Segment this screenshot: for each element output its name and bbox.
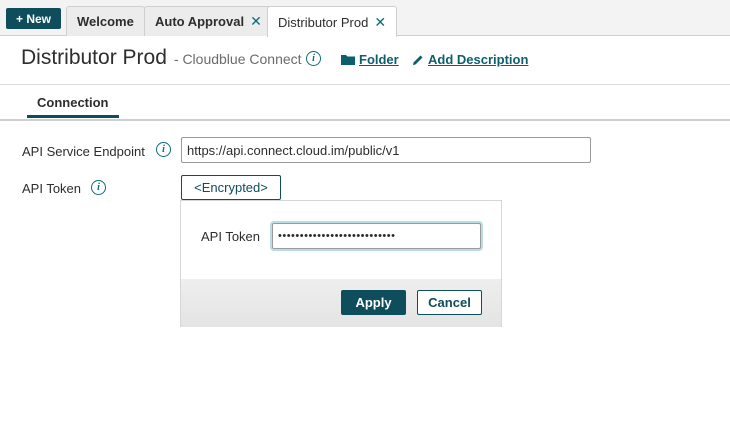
info-icon[interactable]: i	[156, 142, 171, 157]
pencil-icon	[413, 55, 423, 65]
page-header: Distributor Prod - Cloudblue Connect	[21, 46, 302, 76]
tab-connection[interactable]: Connection	[27, 95, 119, 118]
cancel-button[interactable]: Cancel	[417, 290, 482, 315]
tab-auto-approval[interactable]: Auto Approval ✕	[144, 6, 273, 36]
tab-welcome[interactable]: Welcome	[66, 6, 145, 36]
token-password-input[interactable]: •••••••••••••••••••••••••••	[272, 223, 481, 249]
folder-icon	[341, 55, 355, 65]
sub-tab-bar: Connection	[0, 84, 730, 121]
folder-label: Folder	[359, 52, 399, 67]
info-icon[interactable]: i	[306, 51, 321, 66]
endpoint-input[interactable]: https://api.connect.cloud.im/public/v1	[181, 137, 591, 163]
tab-label: Welcome	[77, 14, 134, 29]
tab-label: Auto Approval	[155, 14, 245, 29]
tab-label: Distributor Prod	[278, 14, 369, 30]
tab-distributor-prod[interactable]: Distributor Prod ✕	[267, 6, 398, 37]
popup-token-label: API Token	[201, 229, 261, 244]
add-description-label: Add Description	[428, 52, 529, 67]
apply-button[interactable]: Apply	[341, 290, 406, 315]
add-description-link[interactable]: Add Description	[412, 52, 528, 67]
token-label: API Token	[22, 181, 82, 196]
endpoint-label: API Service Endpoint	[22, 144, 145, 159]
info-icon[interactable]: i	[91, 180, 106, 195]
folder-link[interactable]: Folder	[341, 52, 399, 67]
new-button[interactable]: + New	[6, 8, 61, 29]
page-subtitle: - Cloudblue Connect	[173, 51, 302, 67]
close-icon[interactable]: ✕	[250, 13, 262, 30]
token-edit-popup: API Token ••••••••••••••••••••••••••• Ap…	[180, 200, 502, 327]
tab-bar: + New Welcome Auto Approval ✕ Distributo…	[0, 0, 730, 37]
page-title: Distributor Prod	[21, 46, 167, 69]
close-icon[interactable]: ✕	[374, 14, 386, 31]
popup-footer: Apply Cancel	[181, 279, 501, 327]
encrypted-token-button[interactable]: <Encrypted>	[181, 175, 281, 200]
